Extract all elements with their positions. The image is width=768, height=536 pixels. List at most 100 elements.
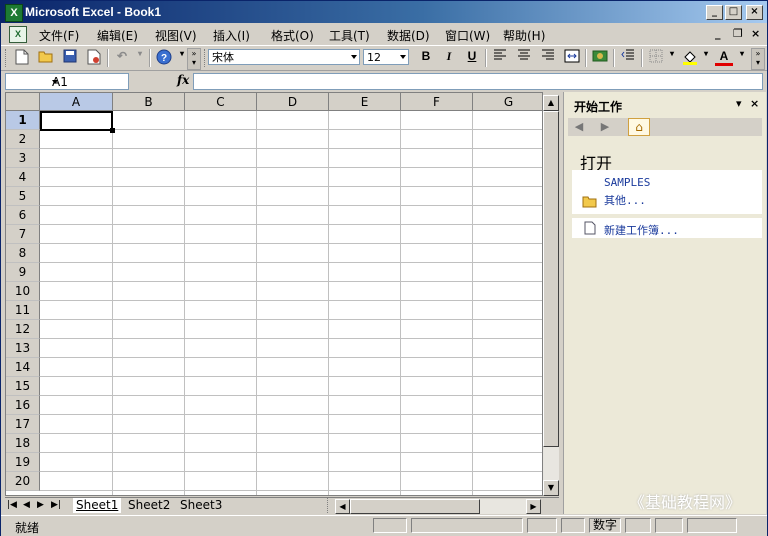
- row-header-10[interactable]: 10: [6, 282, 40, 301]
- align-center-icon[interactable]: [515, 49, 533, 67]
- horizontal-scrollbar[interactable]: ◀ ▶: [335, 499, 541, 514]
- sheet-tab-3[interactable]: Sheet3: [177, 498, 225, 513]
- currency-icon[interactable]: [591, 49, 609, 67]
- row-header-13[interactable]: 13: [6, 339, 40, 358]
- col-header-b[interactable]: B: [113, 93, 185, 111]
- active-cell-a1[interactable]: [40, 111, 113, 131]
- scroll-left-icon[interactable]: ◀: [335, 499, 350, 514]
- vertical-scroll-thumb[interactable]: [543, 111, 559, 447]
- more-files-link[interactable]: 其他...: [604, 192, 646, 208]
- tab-split-handle[interactable]: [327, 498, 331, 513]
- italic-button[interactable]: I: [440, 49, 458, 67]
- minimize-button[interactable]: _: [706, 5, 723, 20]
- row-header-17[interactable]: 17: [6, 415, 40, 434]
- row-header-1[interactable]: 1: [6, 111, 40, 130]
- menu-data[interactable]: 数据(D): [387, 27, 430, 44]
- menu-format[interactable]: 格式(O): [271, 27, 314, 44]
- sheet-tab-2[interactable]: Sheet2: [125, 498, 173, 513]
- col-header-c[interactable]: C: [185, 93, 257, 111]
- row-header-14[interactable]: 14: [6, 358, 40, 377]
- fill-handle[interactable]: [110, 128, 115, 133]
- row-header-18[interactable]: 18: [6, 434, 40, 453]
- row-header-5[interactable]: 5: [6, 187, 40, 206]
- doc-restore-button[interactable]: ❐: [733, 27, 743, 40]
- row-header-16[interactable]: 16: [6, 396, 40, 415]
- task-pane-close-icon[interactable]: ×: [750, 97, 759, 110]
- open-icon[interactable]: [37, 49, 55, 67]
- row-header-6[interactable]: 6: [6, 206, 40, 225]
- vertical-scrollbar[interactable]: ▲ ▼: [543, 95, 559, 496]
- bold-button[interactable]: B: [417, 49, 435, 67]
- name-box-dropdown-icon[interactable]: [52, 80, 58, 84]
- new-workbook-link[interactable]: 新建工作簿...: [604, 222, 679, 238]
- font-color-icon[interactable]: A: [715, 49, 733, 66]
- horizontal-scroll-thumb[interactable]: [350, 499, 480, 514]
- row-header-11[interactable]: 11: [6, 301, 40, 320]
- doc-minimize-button[interactable]: _: [715, 27, 721, 40]
- font-color-dropdown-icon[interactable]: ▾: [733, 49, 751, 67]
- task-pane-menu-icon[interactable]: ▾: [736, 97, 742, 110]
- decrease-indent-icon[interactable]: [619, 49, 637, 67]
- menu-edit[interactable]: 编辑(E): [97, 27, 138, 44]
- scroll-right-icon[interactable]: ▶: [526, 499, 541, 514]
- close-button[interactable]: ×: [746, 5, 763, 20]
- row-header-15[interactable]: 15: [6, 377, 40, 396]
- sheet-tab-1[interactable]: Sheet1: [73, 498, 122, 513]
- select-all-button[interactable]: [6, 93, 40, 111]
- forward-icon[interactable]: ▶: [596, 119, 614, 135]
- menu-view[interactable]: 视图(V): [155, 27, 197, 44]
- row-header-2[interactable]: 2: [6, 130, 40, 149]
- col-header-a[interactable]: A: [40, 93, 113, 111]
- align-right-icon[interactable]: [539, 49, 557, 67]
- underline-button[interactable]: U: [463, 49, 481, 67]
- new-icon[interactable]: [13, 49, 31, 67]
- row-header-7[interactable]: 7: [6, 225, 40, 244]
- undo-icon[interactable]: ↶: [113, 49, 131, 67]
- toolbar-grip[interactable]: [5, 49, 9, 67]
- home-icon[interactable]: ⌂: [628, 118, 650, 136]
- col-header-d[interactable]: D: [257, 93, 329, 111]
- worksheet-grid[interactable]: A B C D E F G 1 2 3 4 5 6 7 8 9 10 11 12…: [5, 92, 543, 496]
- align-left-icon[interactable]: [491, 49, 509, 67]
- row-header-4[interactable]: 4: [6, 168, 40, 187]
- toolbar-options-icon-2[interactable]: » ▾: [751, 48, 765, 70]
- scroll-up-icon[interactable]: ▲: [543, 95, 559, 111]
- row-header-19[interactable]: 19: [6, 453, 40, 472]
- menu-file[interactable]: 文件(F): [39, 27, 79, 44]
- row-header-9[interactable]: 9: [6, 263, 40, 282]
- row-header-3[interactable]: 3: [6, 149, 40, 168]
- maximize-button[interactable]: □: [725, 5, 742, 20]
- formula-input[interactable]: [193, 73, 763, 90]
- workbook-icon[interactable]: X: [9, 26, 27, 43]
- font-size-select[interactable]: 12: [363, 49, 409, 65]
- scroll-down-icon[interactable]: ▼: [543, 480, 559, 496]
- insert-function-icon[interactable]: fx: [177, 73, 189, 87]
- col-header-g[interactable]: G: [473, 93, 542, 111]
- row-header-12[interactable]: 12: [6, 320, 40, 339]
- fill-color-dropdown-icon[interactable]: ▾: [697, 49, 715, 67]
- toolbar-options-icon[interactable]: » ▾: [187, 48, 201, 70]
- permission-icon[interactable]: [85, 49, 103, 67]
- save-icon[interactable]: [61, 49, 79, 67]
- excel-app-icon[interactable]: X: [5, 4, 23, 22]
- font-name-select[interactable]: 宋体: [208, 49, 360, 65]
- row-header-20[interactable]: 20: [6, 472, 40, 491]
- borders-dropdown-icon[interactable]: ▾: [663, 49, 681, 67]
- last-sheet-icon[interactable]: ▶|: [51, 500, 61, 510]
- menu-window[interactable]: 窗口(W): [445, 27, 490, 44]
- doc-close-button[interactable]: ×: [751, 27, 760, 40]
- name-box[interactable]: A1: [5, 73, 129, 90]
- menu-tools[interactable]: 工具(T): [329, 27, 370, 44]
- undo-dropdown-icon[interactable]: ▾: [131, 49, 149, 67]
- first-sheet-icon[interactable]: |◀: [7, 500, 17, 510]
- menu-help[interactable]: 帮助(H): [503, 27, 545, 44]
- recent-file-link[interactable]: SAMPLES: [604, 176, 650, 189]
- row-header-8[interactable]: 8: [6, 244, 40, 263]
- next-sheet-icon[interactable]: ▶: [37, 500, 44, 510]
- col-header-e[interactable]: E: [329, 93, 401, 111]
- menu-insert[interactable]: 插入(I): [213, 27, 250, 44]
- merge-center-icon[interactable]: [563, 49, 581, 67]
- help-icon[interactable]: ?: [155, 49, 173, 67]
- prev-sheet-icon[interactable]: ◀: [23, 500, 30, 510]
- col-header-f[interactable]: F: [401, 93, 473, 111]
